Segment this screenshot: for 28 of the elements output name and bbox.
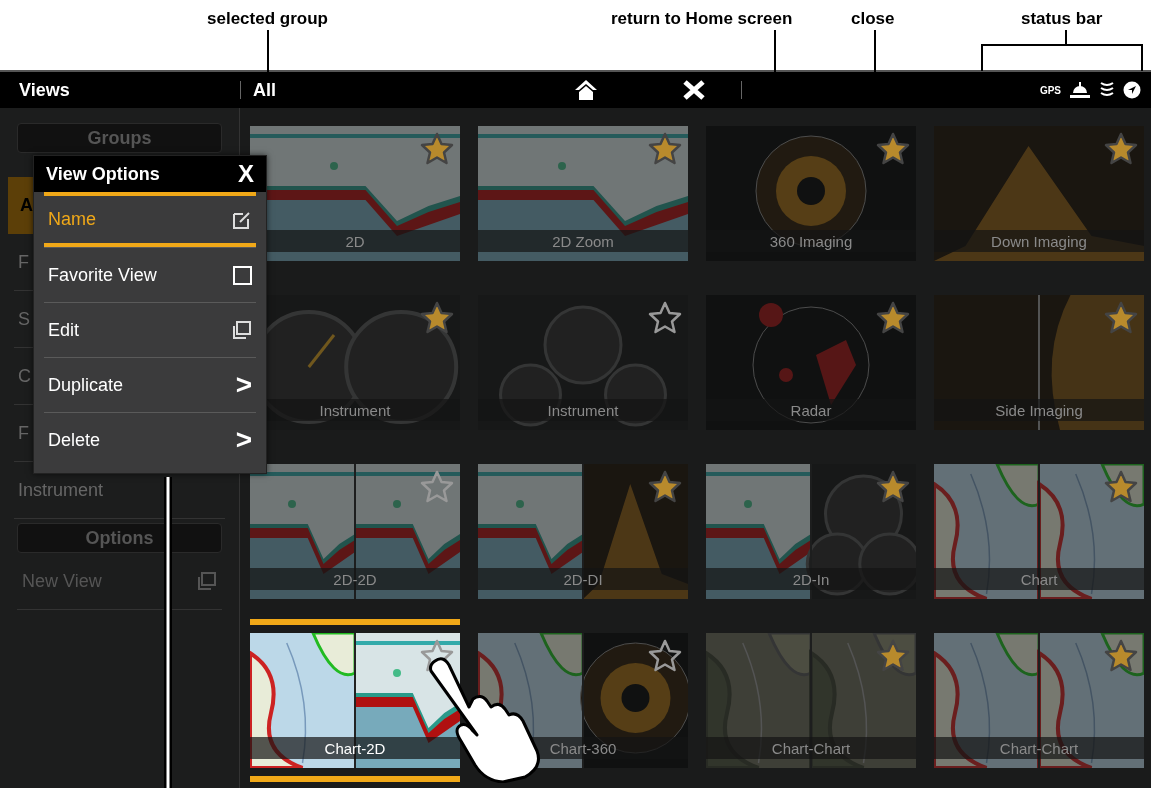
section-header: Groups (17, 123, 222, 153)
submenu-arrow: > (235, 426, 252, 454)
selected-group: All (253, 76, 276, 104)
callout-label: close (851, 8, 895, 30)
view-label: Instrument (547, 402, 619, 418)
view-label: Chart-2D (324, 740, 386, 756)
view-label: Side Imaging (995, 402, 1083, 418)
gps-indicator: GPS (1039, 83, 1061, 98)
section-header: Options (17, 523, 222, 553)
view-label: 2D (345, 233, 365, 249)
view-label: 2D-In (792, 571, 830, 587)
callout-label: status bar (1021, 8, 1103, 30)
callout-label: selected group (207, 8, 328, 30)
view-label: Chart-Chart (771, 740, 851, 756)
view-label: Radar (790, 402, 832, 418)
view-label: Chart-Chart (999, 740, 1079, 756)
view-label: 2D Zoom (552, 233, 614, 249)
screen-title: Views (19, 78, 71, 102)
menu-title: View Options (46, 162, 160, 186)
view-label: 360 Imaging (769, 233, 853, 249)
view-label: 2D-2D (333, 571, 377, 587)
callout-label: return to Home screen (611, 8, 793, 30)
submenu-arrow: > (235, 371, 252, 399)
view-label: 2D-DI (563, 571, 603, 587)
view-label: Chart-360 (549, 740, 617, 756)
view-label: Instrument (319, 402, 391, 418)
view-label: Down Imaging (991, 233, 1087, 249)
view-label: Chart (1020, 571, 1058, 587)
